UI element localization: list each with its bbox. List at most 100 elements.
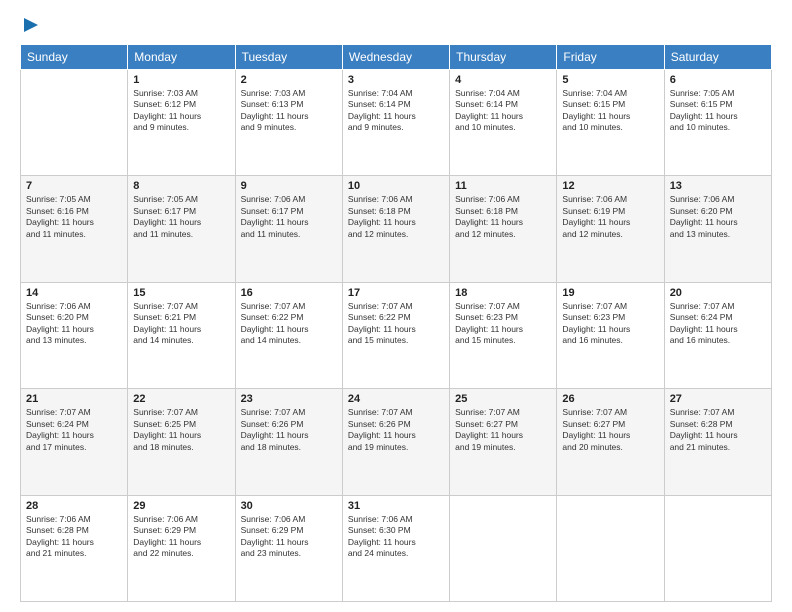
table-row: 9 Sunrise: 7:06 AMSunset: 6:17 PMDaylight… [235,176,342,282]
calendar-week-row: 28 Sunrise: 7:06 AMSunset: 6:28 PMDayligh… [21,495,772,601]
day-info: Sunrise: 7:07 AMSunset: 6:28 PMDaylight:… [670,407,766,453]
day-info: Sunrise: 7:07 AMSunset: 6:25 PMDaylight:… [133,407,229,453]
table-row: 31 Sunrise: 7:06 AMSunset: 6:30 PMDayligh… [342,495,449,601]
table-row: 15Sunrise: 7:07 AMSunset: 6:21 PMDayligh… [128,282,235,388]
calendar-table: Sunday Monday Tuesday Wednesday Thursday… [20,44,772,602]
day-info: Sunrise: 7:05 AMSunset: 6:15 PMDaylight:… [670,88,766,134]
logo-flag-icon [22,16,40,34]
day-info: Sunrise: 7:07 AMSunset: 6:26 PMDaylight:… [348,407,444,453]
day-number: 15 [133,287,229,299]
day-number: 29 [133,500,229,512]
table-row: 11 Sunrise: 7:06 AMSunset: 6:18 PMDayligh… [450,176,557,282]
day-info: Sunrise: 7:07 AMSunset: 6:26 PMDaylight:… [241,407,337,453]
day-number: 22 [133,393,229,405]
day-info: Sunrise: 7:05 AMSunset: 6:17 PMDaylight:… [133,194,229,240]
day-number: 1 [133,74,229,86]
day-info: Sunrise: 7:06 AMSunset: 6:29 PMDaylight:… [241,514,337,560]
day-number: 24 [348,393,444,405]
day-number: 21 [26,393,122,405]
table-row: 23 Sunrise: 7:07 AMSunset: 6:26 PMDayligh… [235,389,342,495]
table-row: 2 Sunrise: 7:03 AMSunset: 6:13 PMDaylight… [235,70,342,176]
day-info: Sunrise: 7:04 AMSunset: 6:14 PMDaylight:… [348,88,444,134]
day-number: 17 [348,287,444,299]
table-row: 3 Sunrise: 7:04 AMSunset: 6:14 PMDaylight… [342,70,449,176]
day-info: Sunrise: 7:07 AMSunset: 6:24 PMDaylight:… [26,407,122,453]
day-number: 8 [133,180,229,192]
day-number: 20 [670,287,766,299]
day-info: Sunrise: 7:03 AMSunset: 6:13 PMDaylight:… [241,88,337,134]
table-row: 12Sunrise: 7:06 AMSunset: 6:19 PMDayligh… [557,176,664,282]
table-row: 18Sunrise: 7:07 AMSunset: 6:23 PMDayligh… [450,282,557,388]
table-row: 19 Sunrise: 7:07 AMSunset: 6:23 PMDayligh… [557,282,664,388]
page: Sunday Monday Tuesday Wednesday Thursday… [0,0,792,612]
table-row: 24 Sunrise: 7:07 AMSunset: 6:26 PMDayligh… [342,389,449,495]
table-row: 6 Sunrise: 7:05 AMSunset: 6:15 PMDaylight… [664,70,771,176]
table-row [21,70,128,176]
table-row: 17 Sunrise: 7:07 AMSunset: 6:22 PMDayligh… [342,282,449,388]
day-number: 26 [562,393,658,405]
day-number: 11 [455,180,551,192]
table-row: 28 Sunrise: 7:06 AMSunset: 6:28 PMDayligh… [21,495,128,601]
table-row [450,495,557,601]
table-row: 29 Sunrise: 7:06 AMSunset: 6:29 PMDayligh… [128,495,235,601]
day-info: Sunrise: 7:06 AMSunset: 6:28 PMDaylight:… [26,514,122,560]
col-wednesday: Wednesday [342,45,449,70]
day-info: Sunrise: 7:06 AMSunset: 6:18 PMDaylight:… [455,194,551,240]
logo [20,16,40,34]
col-tuesday: Tuesday [235,45,342,70]
table-row: 4 Sunrise: 7:04 AMSunset: 6:14 PMDaylight… [450,70,557,176]
day-info: Sunrise: 7:03 AMSunset: 6:12 PMDaylight:… [133,88,229,134]
col-sunday: Sunday [21,45,128,70]
day-number: 2 [241,74,337,86]
calendar-week-row: 7Sunrise: 7:05 AMSunset: 6:16 PMDaylight… [21,176,772,282]
table-row: 30 Sunrise: 7:06 AMSunset: 6:29 PMDayligh… [235,495,342,601]
day-number: 19 [562,287,658,299]
day-info: Sunrise: 7:06 AMSunset: 6:20 PMDaylight:… [670,194,766,240]
day-number: 4 [455,74,551,86]
col-saturday: Saturday [664,45,771,70]
day-number: 25 [455,393,551,405]
day-number: 30 [241,500,337,512]
header [20,16,772,34]
day-number: 5 [562,74,658,86]
day-number: 18 [455,287,551,299]
day-number: 14 [26,287,122,299]
table-row: 26 Sunrise: 7:07 AMSunset: 6:27 PMDayligh… [557,389,664,495]
day-number: 10 [348,180,444,192]
day-number: 13 [670,180,766,192]
table-row [557,495,664,601]
table-row: 13 Sunrise: 7:06 AMSunset: 6:20 PMDayligh… [664,176,771,282]
day-info: Sunrise: 7:06 AMSunset: 6:29 PMDaylight:… [133,514,229,560]
table-row: 14Sunrise: 7:06 AMSunset: 6:20 PMDayligh… [21,282,128,388]
calendar-header-row: Sunday Monday Tuesday Wednesday Thursday… [21,45,772,70]
day-info: Sunrise: 7:07 AMSunset: 6:22 PMDaylight:… [241,301,337,347]
day-number: 16 [241,287,337,299]
day-number: 7 [26,180,122,192]
day-number: 31 [348,500,444,512]
table-row: 8 Sunrise: 7:05 AMSunset: 6:17 PMDaylight… [128,176,235,282]
day-info: Sunrise: 7:06 AMSunset: 6:30 PMDaylight:… [348,514,444,560]
day-info: Sunrise: 7:07 AMSunset: 6:27 PMDaylight:… [455,407,551,453]
calendar-week-row: 1 Sunrise: 7:03 AMSunset: 6:12 PMDaylight… [21,70,772,176]
calendar-week-row: 21 Sunrise: 7:07 AMSunset: 6:24 PMDayligh… [21,389,772,495]
day-info: Sunrise: 7:06 AMSunset: 6:17 PMDaylight:… [241,194,337,240]
day-number: 6 [670,74,766,86]
day-info: Sunrise: 7:04 AMSunset: 6:14 PMDaylight:… [455,88,551,134]
day-number: 9 [241,180,337,192]
day-number: 3 [348,74,444,86]
day-number: 23 [241,393,337,405]
day-info: Sunrise: 7:07 AMSunset: 6:27 PMDaylight:… [562,407,658,453]
table-row: 21 Sunrise: 7:07 AMSunset: 6:24 PMDayligh… [21,389,128,495]
day-info: Sunrise: 7:06 AMSunset: 6:19 PMDaylight:… [562,194,658,240]
col-monday: Monday [128,45,235,70]
day-number: 27 [670,393,766,405]
day-info: Sunrise: 7:04 AMSunset: 6:15 PMDaylight:… [562,88,658,134]
table-row: 10Sunrise: 7:06 AMSunset: 6:18 PMDayligh… [342,176,449,282]
table-row [664,495,771,601]
day-info: Sunrise: 7:07 AMSunset: 6:24 PMDaylight:… [670,301,766,347]
table-row: 20 Sunrise: 7:07 AMSunset: 6:24 PMDayligh… [664,282,771,388]
day-number: 28 [26,500,122,512]
day-info: Sunrise: 7:07 AMSunset: 6:23 PMDaylight:… [562,301,658,347]
day-info: Sunrise: 7:07 AMSunset: 6:22 PMDaylight:… [348,301,444,347]
col-thursday: Thursday [450,45,557,70]
